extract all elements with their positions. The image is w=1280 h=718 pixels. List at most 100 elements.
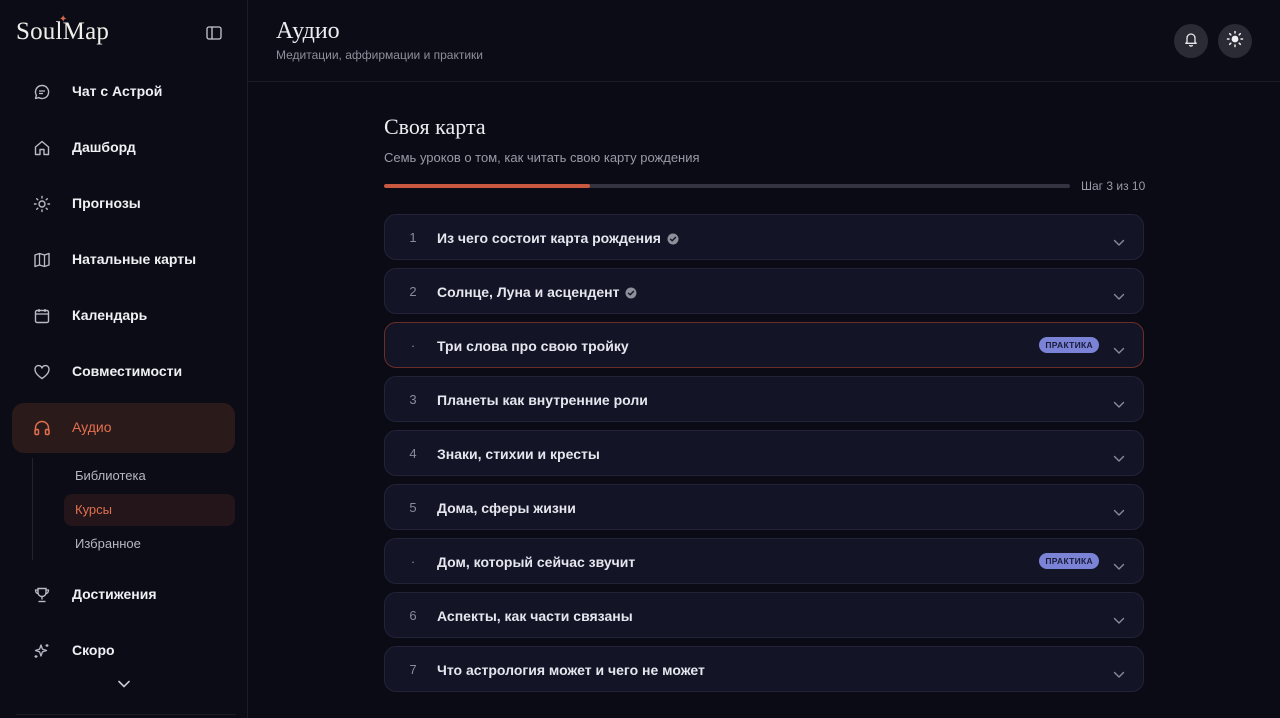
lesson-number: · <box>410 338 416 353</box>
course-title: Своя карта <box>384 114 486 139</box>
lesson-title-text: Солнце, Луна и асцендент <box>437 284 620 300</box>
lesson-title: Три слова про свою тройку <box>437 338 629 354</box>
home-icon <box>33 139 51 157</box>
practice-badge: ПРАКТИКА <box>1039 553 1099 569</box>
chevron-down-icon[interactable] <box>1113 558 1125 570</box>
sidebar-item-label: Прогнозы <box>72 195 141 211</box>
sidebar-item-label: Скоро <box>72 642 115 658</box>
lesson-row[interactable]: 7 Что астрология может и чего не может <box>384 646 1144 692</box>
lesson-row[interactable]: 4 Знаки, стихии и кресты <box>384 430 1144 476</box>
map-icon <box>33 251 51 269</box>
sidebar-item-coming-soon[interactable]: Скоро <box>12 626 235 676</box>
lesson-row[interactable]: · Три слова про свою тройку ПРАКТИКА <box>384 322 1144 368</box>
chat-bubble-icon <box>33 83 51 101</box>
chevron-down-icon[interactable] <box>117 677 131 689</box>
lesson-number: 3 <box>409 392 417 407</box>
sidebar-toggle-icon[interactable] <box>206 26 222 40</box>
sparkles-icon <box>33 642 51 660</box>
headphones-icon <box>33 419 51 437</box>
sidebar-item-label: Аудио <box>72 419 112 435</box>
lesson-number: 5 <box>409 500 417 515</box>
lesson-title-text: Из чего состоит карта рождения <box>437 230 661 246</box>
page-title: Аудио <box>276 18 340 44</box>
sidebar-item-chat[interactable]: Чат с Астрой <box>12 67 235 117</box>
sidebar-item-forecasts[interactable]: Прогнозы <box>12 179 235 229</box>
sidebar-item-achievements[interactable]: Достижения <box>12 570 235 620</box>
sidebar-item-calendar[interactable]: Календарь <box>12 291 235 341</box>
lesson-row[interactable]: 1 Из чего состоит карта рождения <box>384 214 1144 260</box>
course-progress-fill <box>384 184 590 188</box>
lesson-title: Солнце, Луна и асцендент <box>437 284 637 300</box>
lesson-title: Что астрология может и чего не может <box>437 662 705 678</box>
subnav-item-label: Библиотека <box>75 468 146 483</box>
page-header: Аудио Медитации, аффирмации и практики <box>248 0 1280 82</box>
sun-icon <box>33 195 51 213</box>
lesson-title: Из чего состоит карта рождения <box>437 230 679 246</box>
heart-icon <box>33 363 51 381</box>
sun-icon <box>1226 30 1244 53</box>
app-logo[interactable]: SoulMap ✦ <box>16 14 109 46</box>
lesson-row[interactable]: 6 Аспекты, как части связаны <box>384 592 1144 638</box>
chevron-down-icon[interactable] <box>1113 450 1125 462</box>
chevron-down-icon[interactable] <box>1113 342 1125 354</box>
course-description: Семь уроков о том, как читать свою карту… <box>384 150 700 165</box>
lesson-title: Аспекты, как части связаны <box>437 608 633 624</box>
sidebar-item-label: Чат с Астрой <box>72 83 163 99</box>
chevron-down-icon[interactable] <box>1113 396 1125 408</box>
sidebar-divider <box>16 714 236 715</box>
lesson-title-text: Дома, сферы жизни <box>437 500 576 516</box>
subnav-item-label: Избранное <box>75 536 141 551</box>
sidebar-item-label: Достижения <box>72 586 157 602</box>
chevron-down-icon[interactable] <box>1113 288 1125 300</box>
lesson-title-text: Знаки, стихии и кресты <box>437 446 600 462</box>
lesson-number: 2 <box>409 284 417 299</box>
subnav-item-favorites[interactable]: Избранное <box>64 528 235 560</box>
lesson-row[interactable]: 5 Дома, сферы жизни <box>384 484 1144 530</box>
theme-toggle-button[interactable] <box>1218 24 1252 58</box>
lesson-row[interactable]: · Дом, который сейчас звучит ПРАКТИКА <box>384 538 1144 584</box>
logo-star-icon: ✦ <box>59 14 68 25</box>
sidebar-item-natal-charts[interactable]: Натальные карты <box>12 235 235 285</box>
lesson-number: · <box>410 554 416 569</box>
sidebar-item-compatibility[interactable]: Совместимости <box>12 347 235 397</box>
lesson-title-text: Дом, который сейчас звучит <box>437 554 636 570</box>
lesson-title: Знаки, стихии и кресты <box>437 446 600 462</box>
chevron-down-icon[interactable] <box>1113 666 1125 678</box>
course-progress-bar <box>384 184 1070 188</box>
notifications-button[interactable] <box>1174 24 1208 58</box>
lesson-row[interactable]: 2 Солнце, Луна и асцендент <box>384 268 1144 314</box>
lesson-title-text: Три слова про свою тройку <box>437 338 629 354</box>
check-circle-icon <box>625 286 637 299</box>
subnav-divider <box>32 458 33 560</box>
bell-icon <box>1183 31 1199 52</box>
lesson-row[interactable]: 3 Планеты как внутренние роли <box>384 376 1144 422</box>
subnav-item-label: Курсы <box>75 502 113 517</box>
calendar-icon <box>33 307 51 325</box>
lesson-title-text: Планеты как внутренние роли <box>437 392 648 408</box>
sidebar-item-label: Календарь <box>72 307 148 323</box>
subnav-item-library[interactable]: Библиотека <box>64 460 235 492</box>
lesson-title: Дом, который сейчас звучит <box>437 554 635 570</box>
page-subtitle: Медитации, аффирмации и практики <box>276 48 483 62</box>
subnav-item-courses[interactable]: Курсы <box>64 494 235 526</box>
sidebar-item-label: Натальные карты <box>72 251 197 267</box>
sidebar-item-label: Совместимости <box>72 363 183 379</box>
check-circle-icon <box>667 232 679 245</box>
chevron-down-icon[interactable] <box>1113 504 1125 516</box>
lesson-number: 7 <box>409 662 417 677</box>
sidebar-item-label: Дашборд <box>72 139 136 155</box>
lesson-title-text: Что астрология может и чего не может <box>437 662 705 678</box>
sidebar-item-dashboard[interactable]: Дашборд <box>12 123 235 173</box>
trophy-icon <box>33 586 51 604</box>
chevron-down-icon[interactable] <box>1113 234 1125 246</box>
lesson-title: Дома, сферы жизни <box>437 500 576 516</box>
lesson-title: Планеты как внутренние роли <box>437 392 648 408</box>
lesson-number: 6 <box>409 608 417 623</box>
sidebar-item-audio[interactable]: Аудио <box>12 403 235 453</box>
lesson-number: 4 <box>409 446 417 461</box>
sidebar: SoulMap ✦ Чат с Астрой Дашборд Прогнозы … <box>0 0 248 718</box>
lesson-title-text: Аспекты, как части связаны <box>437 608 633 624</box>
chevron-down-icon[interactable] <box>1113 612 1125 624</box>
practice-badge: ПРАКТИКА <box>1039 337 1099 353</box>
course-progress-label: Шаг 3 из 10 <box>1081 179 1146 193</box>
